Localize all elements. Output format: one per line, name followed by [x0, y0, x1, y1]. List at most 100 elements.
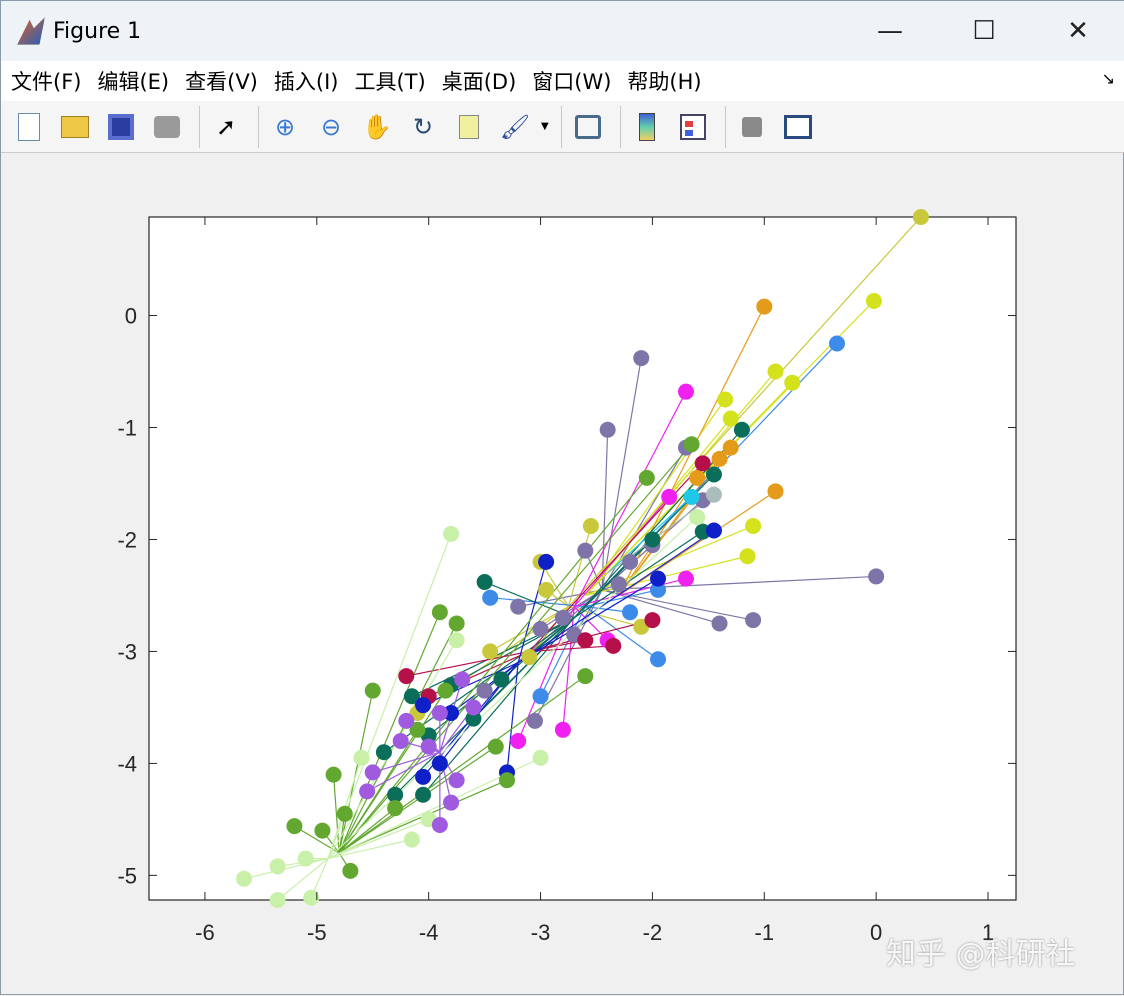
brush-icon[interactable]: 🖌 [495, 107, 535, 147]
data-point-c4 [689, 469, 706, 486]
y-tick-label: -1 [117, 415, 137, 440]
y-tick-label: -2 [117, 527, 137, 552]
data-point-c10 [683, 436, 700, 453]
data-point-c4 [756, 298, 773, 315]
data-point-c2 [912, 209, 929, 225]
menu-window[interactable]: 窗口(W) [532, 66, 611, 96]
x-tick-label: -4 [419, 920, 439, 945]
data-point-c7 [493, 671, 510, 688]
insert-legend-icon[interactable] [673, 107, 713, 147]
data-point-c7 [733, 421, 750, 438]
toolbar-separator [619, 105, 621, 148]
data-point-c10 [437, 682, 454, 699]
data-point-c1 [599, 421, 616, 438]
data-point-c2 [538, 581, 555, 598]
zoom-in-icon[interactable]: ⊕ [265, 107, 305, 147]
x-tick-label: 0 [870, 920, 882, 945]
data-point-c12 [392, 733, 409, 750]
data-point-c5 [482, 589, 499, 606]
menu-view[interactable]: 查看(V) [185, 66, 258, 96]
insert-colorbar-icon[interactable] [627, 107, 667, 147]
data-point-c10 [577, 668, 594, 685]
hide-plot-tools-icon[interactable] [732, 107, 772, 147]
data-point-c2 [521, 649, 538, 666]
close-button[interactable]: ✕ [1031, 1, 1124, 61]
data-point-c6 [661, 488, 678, 505]
data-point-c1 [532, 621, 549, 638]
new-figure-icon[interactable] [9, 107, 49, 147]
data-point-c1 [526, 712, 543, 729]
data-point-c2 [582, 518, 599, 535]
data-point-c12 [420, 738, 437, 755]
data-point-c9 [415, 697, 432, 714]
brush-dropdown-chevron-down-icon[interactable]: ▼ [541, 121, 549, 132]
data-point-c10 [448, 615, 465, 632]
data-point-c5 [622, 604, 639, 621]
zoom-out-icon[interactable]: ⊖ [311, 107, 351, 147]
data-point-c11 [443, 525, 460, 542]
data-point-c11 [689, 509, 706, 526]
data-point-c9 [538, 553, 555, 570]
data-point-c9 [705, 522, 722, 539]
data-point-c12 [465, 699, 482, 716]
data-point-c8 [398, 668, 415, 685]
data-point-c14 [705, 486, 722, 503]
data-point-c1 [711, 615, 728, 632]
rotate-3d-icon[interactable]: ↻ [403, 107, 443, 147]
menu-desktop[interactable]: 桌面(D) [442, 66, 517, 96]
data-point-c10 [336, 805, 353, 822]
menu-help[interactable]: 帮助(H) [627, 66, 701, 96]
matlab-logo-icon [17, 17, 45, 45]
data-point-c4 [767, 483, 784, 500]
data-point-c12 [431, 816, 448, 833]
data-point-c1 [610, 576, 627, 593]
maximize-button[interactable]: ☐ [937, 1, 1031, 61]
data-point-c1 [554, 609, 571, 626]
pan-hand-icon[interactable]: ✋ [357, 107, 397, 147]
toolbar-separator [199, 105, 200, 148]
data-point-c7 [415, 786, 432, 803]
data-point-c11 [269, 858, 286, 875]
x-tick-label: -6 [195, 920, 215, 945]
data-point-c9 [415, 768, 432, 785]
toolbar: ➚ ⊕ ⊖ ✋ ↻ 🖌 ▼ [1, 101, 1124, 153]
data-point-c12 [443, 794, 460, 811]
data-point-c1 [577, 542, 594, 559]
dock-figure-icon[interactable]: ↘ [1102, 69, 1115, 88]
show-plot-tools-icon[interactable] [778, 107, 818, 147]
toolbar-separator [560, 105, 562, 148]
menu-file[interactable]: 文件(F) [11, 66, 81, 96]
data-point-c10 [487, 738, 504, 755]
data-point-c4 [711, 450, 728, 467]
data-point-c2 [482, 643, 499, 660]
data-point-c9 [431, 755, 448, 772]
data-point-c10 [364, 682, 381, 699]
save-icon[interactable] [101, 107, 141, 147]
x-tick-label: -2 [643, 920, 663, 945]
data-point-c12 [431, 705, 448, 722]
window-title: Figure 1 [53, 18, 142, 44]
print-icon[interactable] [147, 107, 187, 147]
data-point-c11 [403, 831, 420, 848]
data-cursor-icon[interactable] [449, 107, 489, 147]
menu-insert[interactable]: 插入(I) [274, 66, 339, 96]
data-point-c7 [375, 744, 392, 761]
x-tick-label: -3 [531, 920, 551, 945]
data-point-c11 [353, 749, 370, 766]
data-point-c1 [633, 350, 650, 367]
data-point-c1 [868, 568, 885, 585]
open-file-icon[interactable] [55, 107, 95, 147]
minimize-button[interactable]: — [843, 1, 937, 61]
menu-tools[interactable]: 工具(T) [354, 66, 425, 96]
menu-edit[interactable]: 编辑(E) [97, 66, 169, 96]
data-point-c9 [650, 570, 667, 587]
data-point-c10 [325, 766, 342, 783]
link-plot-icon[interactable] [568, 107, 608, 147]
data-point-c12 [398, 712, 415, 729]
edit-plot-pointer-icon[interactable]: ➚ [206, 107, 246, 147]
figure-canvas[interactable]: -6 -5 -4 -3 -2 -1 0 10-1-2-3-4-5 [1, 153, 1124, 996]
data-point-c6 [677, 383, 694, 400]
title-bar: Figure 1 — ☐ ✕ [1, 1, 1124, 61]
data-point-c7 [644, 531, 661, 548]
data-point-c10 [342, 862, 359, 879]
